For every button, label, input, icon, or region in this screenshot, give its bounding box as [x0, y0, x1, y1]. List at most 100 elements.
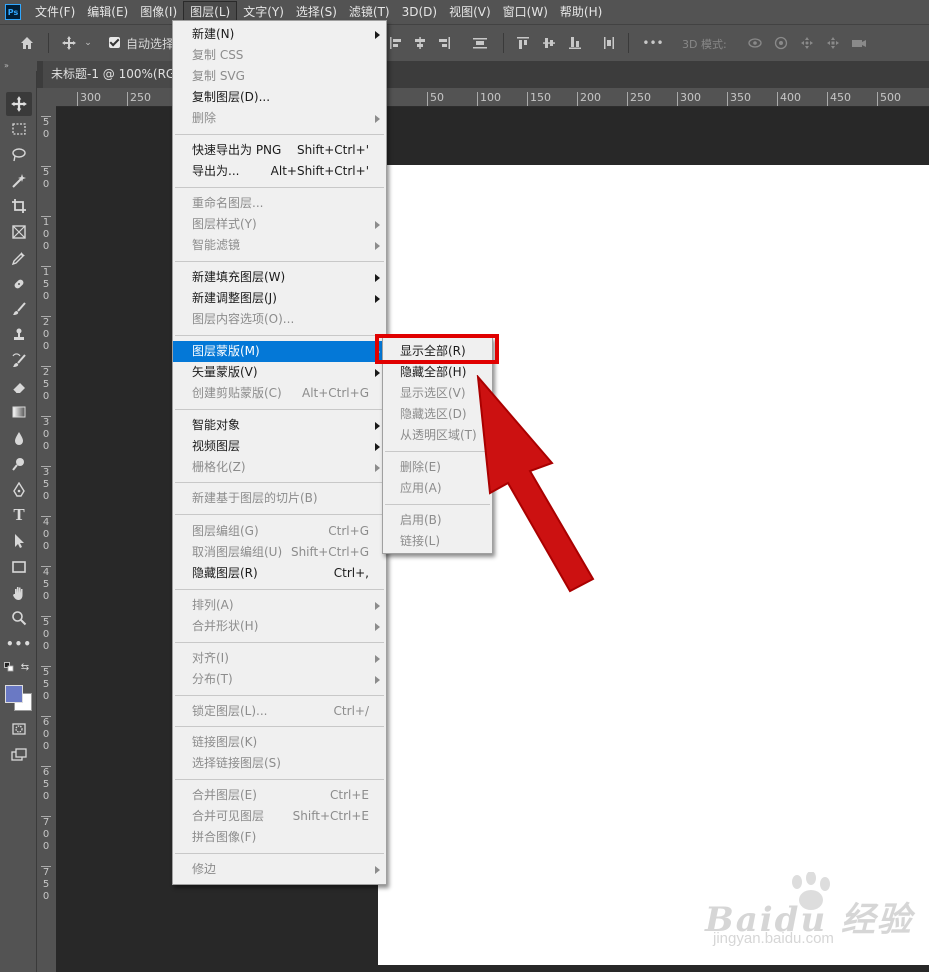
chevron-down-icon[interactable]: ⌄ [82, 25, 94, 61]
menu-separator [175, 642, 384, 643]
menu-item-label: 链接图层(K) [192, 735, 258, 749]
menu-item-copy-css[interactable]: 复制 CSS [173, 45, 386, 66]
more-options-icon[interactable]: ••• [638, 25, 668, 61]
stamp-tool-icon[interactable] [6, 323, 32, 347]
menu-item-create-clipping-mask[interactable]: 创建剪贴蒙版(C) Alt+Ctrl+G [173, 383, 386, 404]
eraser-tool-icon[interactable] [6, 375, 32, 399]
submenu-arrow-icon [375, 602, 380, 610]
hand-tool-icon[interactable] [6, 581, 32, 605]
menu-item-duplicate-layer[interactable]: 复制图层(D)... [173, 87, 386, 108]
menu-item-rename-layer[interactable]: 重命名图层... [173, 193, 386, 214]
foreground-color-swatch[interactable] [5, 685, 23, 703]
marquee-tool-icon[interactable] [6, 117, 32, 141]
menu-item-distribute[interactable]: 分布(T) [173, 669, 386, 690]
menu-view[interactable]: 视图(V) [443, 0, 497, 24]
magic-wand-icon[interactable] [6, 169, 32, 193]
menu-item-vector-mask[interactable]: 矢量蒙版(V) [173, 362, 386, 383]
menu-item-copy-svg[interactable]: 复制 SVG [173, 66, 386, 87]
menu-item-layer-mask[interactable]: 图层蒙版(M) [173, 341, 386, 362]
gradient-tool-icon[interactable] [6, 400, 32, 424]
document-canvas[interactable] [378, 165, 929, 965]
move-tool-icon[interactable] [6, 92, 32, 116]
panel-collapse-icon[interactable]: » [0, 61, 40, 71]
screen-mode-icon[interactable] [6, 743, 32, 767]
menu-item-label: 复制图层(D)... [192, 90, 271, 104]
distribute-icon[interactable] [468, 25, 492, 61]
menu-item-combine-shapes[interactable]: 合并形状(H) [173, 616, 386, 637]
menu-item-layer-style[interactable]: 图层样式(Y) [173, 214, 386, 235]
edit-toolbar-icon[interactable]: ••• [6, 632, 32, 656]
menu-item-matting[interactable]: 修边 [173, 859, 386, 880]
menu-item-merge-layers[interactable]: 合并图层(E) Ctrl+E [173, 785, 386, 806]
align-left-icon[interactable] [386, 25, 406, 61]
healing-brush-icon[interactable] [6, 272, 32, 296]
menu-item-merge-visible[interactable]: 合并可见图层 Shift+Ctrl+E [173, 806, 386, 827]
menu-item-shortcut: Shift+Ctrl+G [290, 545, 369, 559]
menu-window[interactable]: 窗口(W) [497, 0, 554, 24]
menu-item-video-layers[interactable]: 视频图层 [173, 436, 386, 457]
align-middle-icon[interactable] [538, 25, 560, 61]
ruler-corner [37, 88, 56, 106]
auto-select-checkbox[interactable] [109, 37, 120, 48]
menu-item-label: 对齐(I) [192, 651, 229, 665]
menu-item-select-linked-layers[interactable]: 选择链接图层(S) [173, 753, 386, 774]
ruler-tick: 50 [427, 92, 444, 106]
menu-item-delete[interactable]: 删除 [173, 108, 386, 129]
menu-item-link-layers[interactable]: 链接图层(K) [173, 732, 386, 753]
type-tool-icon[interactable]: T [6, 503, 32, 527]
menu-separator [175, 589, 384, 590]
menu-item-new-layer-based-slice[interactable]: 新建基于图层的切片(B) [173, 488, 386, 509]
menu-item-label: 栅格化(Z) [192, 460, 246, 474]
menu-item-align[interactable]: 对齐(I) [173, 648, 386, 669]
menu-item-layer-content-options[interactable]: 图层内容选项(O)... [173, 309, 386, 330]
zoom-tool-icon[interactable] [6, 606, 32, 630]
menu-item-flatten-image[interactable]: 拼合图像(F) [173, 827, 386, 848]
menu-item-export-as[interactable]: 导出为... Alt+Shift+Ctrl+' [173, 161, 386, 182]
swap-colors-icon[interactable]: ⇆ [18, 660, 32, 674]
menu-item-smart-object[interactable]: 智能对象 [173, 415, 386, 436]
dodge-tool-icon[interactable] [6, 452, 32, 476]
menu-item-smart-filter[interactable]: 智能滤镜 [173, 235, 386, 256]
menu-item-hide-layers[interactable]: 隐藏图层(R) Ctrl+, [173, 563, 386, 584]
pen-tool-icon[interactable] [6, 478, 32, 502]
menu-help[interactable]: 帮助(H) [554, 0, 608, 24]
menu-item-quick-export-png[interactable]: 快速导出为 PNG Shift+Ctrl+' [173, 140, 386, 161]
menu-item-label: 矢量蒙版(V) [192, 365, 258, 379]
align-top-icon[interactable] [512, 25, 534, 61]
menu-item-new[interactable]: 新建(N) [173, 24, 386, 45]
menu-file[interactable]: 文件(F) [29, 0, 81, 24]
submenu-arrow-icon [375, 242, 380, 250]
lasso-tool-icon[interactable] [6, 143, 32, 167]
brush-tool-icon[interactable] [6, 297, 32, 321]
crop-tool-icon[interactable] [6, 194, 32, 218]
quick-mask-icon[interactable] [6, 717, 32, 741]
path-select-icon[interactable] [6, 529, 32, 553]
menu-item-lock-layers[interactable]: 锁定图层(L)... Ctrl+/ [173, 701, 386, 722]
default-colors-icon[interactable] [2, 660, 16, 674]
document-tab[interactable]: 未标题-1 @ 100%(RGB/8) [43, 61, 189, 88]
menu-item-rasterize[interactable]: 栅格化(Z) [173, 457, 386, 478]
menu-item-ungroup-layers[interactable]: 取消图层编组(U) Shift+Ctrl+G [173, 542, 386, 563]
tools-panel: T ••• ⇆ [0, 71, 37, 972]
menu-edit[interactable]: 编辑(E) [81, 0, 134, 24]
menu-item-label: 图层样式(Y) [192, 217, 257, 231]
menu-item-new-adjustment-layer[interactable]: 新建调整图层(J) [173, 288, 386, 309]
menu-item-new-fill-layer[interactable]: 新建填充图层(W) [173, 267, 386, 288]
menu-item-arrange[interactable]: 排列(A) [173, 595, 386, 616]
ruler-tick: 300 [677, 92, 701, 106]
home-icon[interactable] [14, 25, 40, 61]
menu-3d[interactable]: 3D(D) [396, 0, 443, 24]
distribute-vertical-icon[interactable] [598, 25, 620, 61]
menu-item-group-layers[interactable]: 图层编组(G) Ctrl+G [173, 521, 386, 542]
eyedropper-tool-icon[interactable] [6, 246, 32, 270]
rectangle-tool-icon[interactable] [6, 555, 32, 579]
move-tool-icon[interactable] [56, 25, 82, 61]
frame-tool-icon[interactable] [6, 220, 32, 244]
history-brush-icon[interactable] [6, 349, 32, 373]
blur-tool-icon[interactable] [6, 426, 32, 450]
menu-separator [175, 409, 384, 410]
align-right-icon[interactable] [434, 25, 454, 61]
align-bottom-icon[interactable] [564, 25, 586, 61]
align-center-icon[interactable] [410, 25, 430, 61]
menu-item-label: 隐藏选区(D) [400, 407, 467, 421]
